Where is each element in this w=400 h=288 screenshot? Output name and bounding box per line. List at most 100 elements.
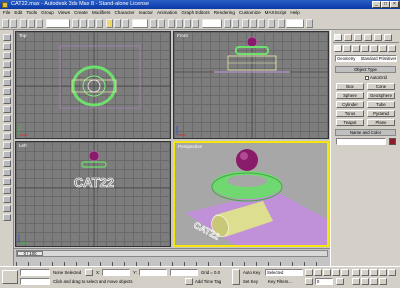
tool-icon-1[interactable] (3, 34, 11, 41)
tool-icon-19[interactable] (3, 196, 11, 203)
spinner-snap-icon[interactable] (192, 19, 199, 28)
curve-editor-icon[interactable] (250, 19, 257, 28)
zoom-extents-icon[interactable] (379, 269, 387, 276)
pan-view-icon[interactable] (361, 278, 369, 285)
previous-frame-icon[interactable] (314, 269, 322, 276)
menu-views[interactable]: Views (58, 9, 70, 17)
bind-space-warp-icon[interactable] (36, 19, 43, 28)
box-button[interactable]: Box (336, 83, 364, 90)
autogrid-checkbox[interactable]: AutoGrid (365, 75, 387, 80)
lights-icon[interactable] (352, 45, 360, 52)
menu-edit[interactable]: Edit (14, 9, 22, 17)
tool-icon-8[interactable] (3, 97, 11, 104)
tube-button[interactable]: Tube (367, 101, 395, 108)
tool-icon-4[interactable] (3, 61, 11, 68)
frame-ruler[interactable] (16, 258, 328, 266)
time-slider-thumb[interactable]: 0 / 100 (17, 251, 43, 256)
tool-icon-12[interactable] (3, 133, 11, 140)
select-and-move-icon[interactable] (106, 19, 113, 28)
play-icon[interactable] (323, 269, 331, 276)
select-and-manipulate-icon[interactable] (158, 19, 165, 28)
menu-group[interactable]: Group (41, 9, 54, 17)
autogrid-check-icon[interactable] (365, 75, 369, 80)
time-slider[interactable]: 0 / 100 (16, 250, 328, 257)
y-coord-field[interactable] (139, 269, 167, 276)
reference-coordinate-dropdown[interactable] (132, 19, 148, 28)
tool-icon-2[interactable] (3, 43, 11, 50)
close-button[interactable]: × (390, 1, 399, 8)
tool-icon-7[interactable] (3, 88, 11, 95)
tool-icon-17[interactable] (3, 178, 11, 185)
field-of-view-icon[interactable] (352, 278, 360, 285)
pyramid-button[interactable]: Pyramid (367, 110, 395, 117)
select-and-rotate-icon[interactable] (114, 19, 121, 28)
maxscript-listener-icon[interactable] (2, 270, 18, 284)
object-color-swatch[interactable] (389, 138, 396, 145)
next-frame-icon[interactable] (332, 269, 340, 276)
x-coord-field[interactable] (102, 269, 130, 276)
lock-selection-icon[interactable] (85, 269, 93, 276)
window-crossing-icon[interactable] (96, 19, 103, 28)
z-coord-field[interactable] (170, 269, 198, 276)
percent-snap-icon[interactable] (184, 19, 191, 28)
menu-animation[interactable]: Animation (157, 9, 177, 17)
mirror-icon[interactable] (224, 19, 231, 28)
menu-maxscript[interactable]: MAXScript (265, 9, 287, 17)
arc-rotate-icon[interactable] (370, 278, 378, 285)
utilities-tab-icon[interactable] (384, 34, 392, 41)
current-frame-field[interactable]: 0 (315, 278, 333, 285)
set-key-mode-icon[interactable] (232, 269, 240, 285)
named-selection-sets-dropdown[interactable] (202, 19, 222, 28)
menu-graph-editors[interactable]: Graph Editors (181, 9, 209, 17)
viewport-perspective[interactable]: Perspective CAT22 (173, 141, 329, 247)
maxscript-mini-listener[interactable] (20, 269, 50, 276)
tool-icon-16[interactable] (3, 169, 11, 176)
tool-icon-21[interactable] (3, 214, 11, 221)
tool-icon-3[interactable] (3, 52, 11, 59)
auto-key-button[interactable]: Auto Key (243, 270, 260, 275)
tool-icon-6[interactable] (3, 79, 11, 86)
goto-end-icon[interactable] (341, 269, 349, 276)
systems-icon[interactable] (388, 45, 396, 52)
time-configuration-icon[interactable] (336, 278, 344, 285)
object-name-field[interactable] (336, 138, 386, 145)
cone-button[interactable]: Cone (367, 83, 395, 90)
snap-toggle-icon[interactable] (168, 19, 175, 28)
geometry-type-dropdown[interactable]: Geometry Standard Primitives (335, 55, 397, 62)
cylinder-button[interactable]: Cylinder (336, 101, 364, 108)
goto-start-icon[interactable] (305, 269, 313, 276)
layer-manager-icon[interactable] (242, 19, 249, 28)
maximize-button[interactable]: □ (381, 1, 390, 8)
tool-icon-13[interactable] (3, 142, 11, 149)
viewport-top[interactable]: Top (15, 31, 171, 139)
shapes-icon[interactable] (343, 45, 351, 52)
select-object-icon[interactable] (72, 19, 79, 28)
menu-tools[interactable]: Tools (26, 9, 37, 17)
viewport-left[interactable]: Left CAT22 (15, 141, 171, 247)
tool-icon-15[interactable] (3, 160, 11, 167)
quick-render-icon[interactable] (306, 19, 313, 28)
tool-icon-10[interactable] (3, 115, 11, 122)
object-type-rollout[interactable]: Object Type (335, 66, 396, 73)
render-type-dropdown[interactable] (286, 19, 304, 28)
zoom-all-icon[interactable] (370, 269, 378, 276)
min-max-toggle-icon[interactable] (379, 278, 387, 285)
torus-button[interactable]: Torus (336, 110, 364, 117)
render-scene-icon[interactable] (278, 19, 285, 28)
menu-customize[interactable]: Customize (239, 9, 261, 17)
schematic-view-icon[interactable] (258, 19, 265, 28)
pivot-center-icon[interactable] (150, 19, 157, 28)
viewport-front[interactable]: Front (173, 31, 329, 139)
plane-button[interactable]: Plane (367, 119, 395, 126)
add-time-tag[interactable]: Add Time Tag (195, 279, 221, 284)
pan-icon[interactable] (352, 269, 360, 276)
key-selection-dropdown[interactable]: Selected (265, 269, 303, 276)
menu-modifiers[interactable]: Modifiers (92, 9, 111, 17)
tool-icon-18[interactable] (3, 187, 11, 194)
menu-character[interactable]: Character (114, 9, 134, 17)
motion-tab-icon[interactable] (364, 34, 372, 41)
name-and-color-rollout[interactable]: Name and Color (335, 129, 396, 136)
tool-icon-11[interactable] (3, 124, 11, 131)
minimize-button[interactable]: _ (372, 1, 381, 8)
helpers-icon[interactable] (370, 45, 378, 52)
